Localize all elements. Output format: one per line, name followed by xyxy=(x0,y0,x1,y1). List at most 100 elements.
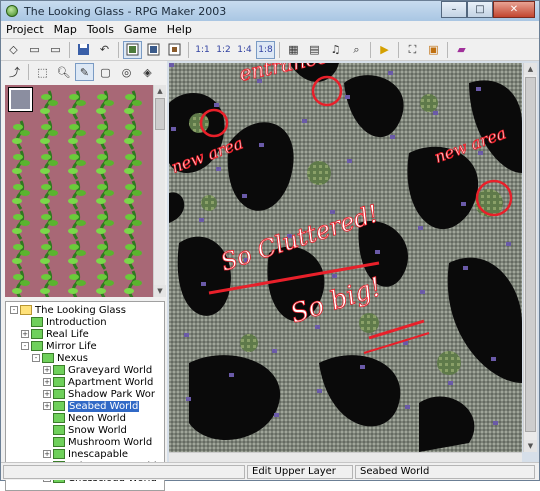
map-event[interactable] xyxy=(418,226,423,230)
map-event[interactable] xyxy=(375,250,380,254)
play-test-icon[interactable]: ▶ xyxy=(375,41,394,59)
vine-tile[interactable] xyxy=(40,180,58,210)
vine-tile[interactable] xyxy=(68,270,86,297)
map-event[interactable] xyxy=(347,159,352,163)
map-scrollbar[interactable]: ▲ ▼ xyxy=(523,63,537,452)
vine-tile[interactable] xyxy=(12,120,30,150)
upper-layer-icon[interactable] xyxy=(144,41,163,59)
vine-tile[interactable] xyxy=(124,120,142,150)
tree-item[interactable]: + Inescapable xyxy=(43,448,128,460)
map-scroll-up-icon[interactable]: ▲ xyxy=(524,63,537,75)
vine-tile[interactable] xyxy=(68,240,86,270)
vine-tile[interactable] xyxy=(12,150,30,180)
vine-tile[interactable] xyxy=(68,90,86,120)
tileset-palette[interactable] xyxy=(5,85,153,297)
map-event[interactable] xyxy=(274,413,279,417)
vine-tile[interactable] xyxy=(124,210,142,240)
undo-icon[interactable]: ↶ xyxy=(95,41,114,59)
circle-icon[interactable]: ◎ xyxy=(117,63,136,81)
vine-tile[interactable] xyxy=(12,180,30,210)
tree-item[interactable]: Neon World xyxy=(43,412,126,424)
search-event-icon[interactable]: ⌕ xyxy=(347,41,366,59)
zoom-1-8-icon[interactable]: 1:8 xyxy=(256,40,275,59)
vine-tile[interactable] xyxy=(124,240,142,270)
zoom-icon[interactable]: 🔍︎ xyxy=(54,63,73,81)
vine-tile[interactable] xyxy=(124,150,142,180)
vine-tile[interactable] xyxy=(40,270,58,297)
rectangle-icon[interactable]: ▢ xyxy=(96,63,115,81)
resource-manager-icon[interactable]: ▤ xyxy=(305,41,324,59)
pencil-icon[interactable]: ✎ xyxy=(75,63,94,81)
map-event[interactable] xyxy=(493,421,498,425)
vine-tile[interactable] xyxy=(40,120,58,150)
map-event[interactable] xyxy=(332,274,337,278)
event-layer-icon[interactable] xyxy=(165,41,184,59)
help-book-icon[interactable]: ▰ xyxy=(452,41,471,59)
tileset-scrollbar[interactable]: ▲ ▼ xyxy=(153,85,166,297)
title-bar[interactable]: The Looking Glass - RPG Maker 2003 – □ ✕ xyxy=(1,1,539,21)
map-scroll-thumb[interactable] xyxy=(525,77,536,432)
menu-tools[interactable]: Tools xyxy=(82,23,119,36)
map-canvas[interactable]: entrancenew area new areaSo Cluttered!So … xyxy=(169,63,522,452)
map-event[interactable] xyxy=(476,87,481,91)
map-event[interactable] xyxy=(229,373,234,377)
menu-project[interactable]: Project xyxy=(1,23,49,36)
tree-item[interactable]: + Real Life xyxy=(21,328,89,340)
map-event[interactable] xyxy=(315,325,320,329)
expand-icon[interactable]: + xyxy=(43,366,51,374)
map-event[interactable] xyxy=(184,333,189,337)
map-event[interactable] xyxy=(214,103,219,107)
vine-tile[interactable] xyxy=(96,120,114,150)
menu-game[interactable]: Game xyxy=(119,23,162,36)
map-event[interactable] xyxy=(345,95,350,99)
music-icon[interactable]: ♫ xyxy=(326,41,345,59)
map-event[interactable] xyxy=(171,127,176,131)
tree-item[interactable]: Introduction xyxy=(21,316,107,328)
new-project-icon[interactable]: ◇ xyxy=(4,41,23,59)
map-event[interactable] xyxy=(199,218,204,222)
tree-item[interactable]: - Mirror Life xyxy=(21,340,97,352)
tree-item[interactable]: - The Looking Glass xyxy=(10,304,126,316)
map-event[interactable] xyxy=(448,381,453,385)
collapse-icon[interactable]: - xyxy=(32,354,40,362)
fill-icon[interactable]: ◈ xyxy=(138,63,157,81)
map-event[interactable] xyxy=(461,202,466,206)
vine-tile[interactable] xyxy=(96,270,114,297)
tree-item[interactable]: - Nexus xyxy=(32,352,88,364)
vine-tile[interactable] xyxy=(40,210,58,240)
tree-item[interactable]: + Graveyard World xyxy=(43,364,152,376)
scroll-down-icon[interactable]: ▼ xyxy=(154,285,166,297)
map-event[interactable] xyxy=(433,111,438,115)
tree-item[interactable]: + Apartment World xyxy=(43,376,153,388)
map-event[interactable] xyxy=(317,389,322,393)
scroll-up-icon[interactable]: ▲ xyxy=(154,85,166,97)
map-event[interactable] xyxy=(388,71,393,75)
vine-tile[interactable] xyxy=(68,210,86,240)
minimize-button[interactable]: – xyxy=(441,1,467,18)
map-event[interactable] xyxy=(186,397,191,401)
tree-item[interactable]: + Shadow Park Wor xyxy=(43,388,155,400)
map-scroll-down-icon[interactable]: ▼ xyxy=(524,440,537,452)
close-button[interactable]: ✕ xyxy=(493,1,535,18)
vine-tile[interactable] xyxy=(68,180,86,210)
open-project-icon[interactable]: ▭ xyxy=(25,41,44,59)
map-event[interactable] xyxy=(201,282,206,286)
vine-tile[interactable] xyxy=(96,90,114,120)
expand-icon[interactable]: + xyxy=(43,450,51,458)
vine-tile[interactable] xyxy=(124,180,142,210)
map-event[interactable] xyxy=(405,405,410,409)
vine-tile[interactable] xyxy=(12,240,30,270)
select-area-icon[interactable]: ⬚ xyxy=(33,63,52,81)
zoom-1-2-icon[interactable]: 1:2 xyxy=(214,41,233,59)
select-arrow-icon[interactable]: ⤴ xyxy=(5,63,24,81)
map-event[interactable] xyxy=(390,135,395,139)
scroll-thumb[interactable] xyxy=(155,98,165,130)
map-event[interactable] xyxy=(360,365,365,369)
save-icon[interactable] xyxy=(74,41,93,59)
expand-icon[interactable]: + xyxy=(21,330,29,338)
expand-icon[interactable]: + xyxy=(43,378,51,386)
map-event[interactable] xyxy=(259,143,264,147)
title-screen-icon[interactable]: ▣ xyxy=(424,41,443,59)
vine-tile[interactable] xyxy=(96,210,114,240)
tree-item[interactable]: + Seabed World xyxy=(43,400,140,412)
